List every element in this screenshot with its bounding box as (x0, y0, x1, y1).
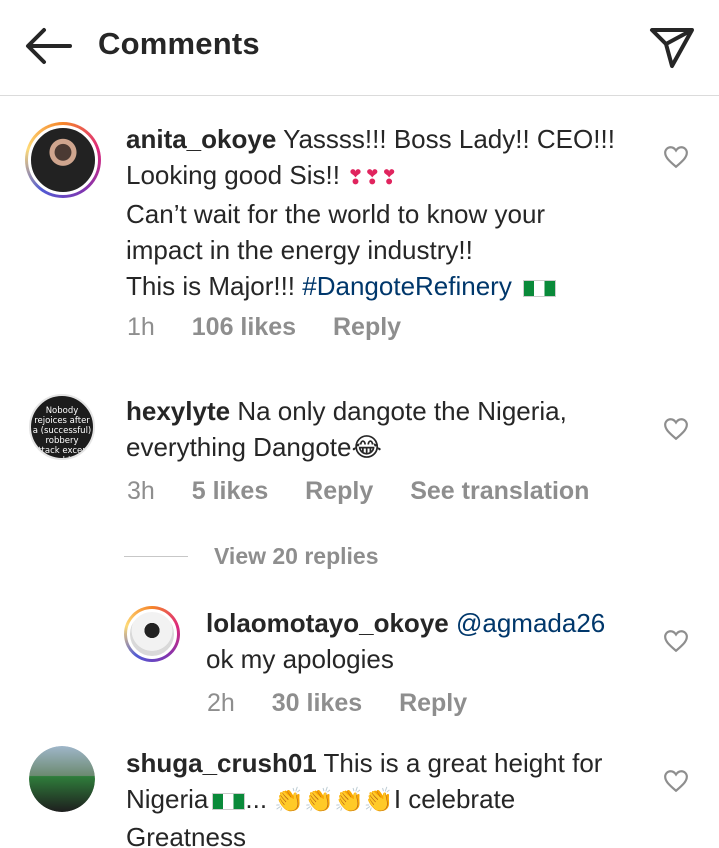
see-translation-button[interactable]: See translation (410, 477, 589, 505)
comment-body: lolaomotayo_okoye @agmada26 ok my apolog… (206, 605, 646, 677)
comment-body: shuga_crush01 This is a great height for… (126, 745, 646, 848)
username[interactable]: anita_okoye (126, 124, 276, 154)
avatar[interactable] (25, 122, 101, 198)
comment-line: Can’t wait for the world to know your (126, 199, 546, 229)
hearts-emoji: ❣❣❣ (347, 167, 398, 189)
username[interactable]: hexylyte (126, 396, 230, 426)
comment-line: everything Dangote (126, 432, 352, 462)
comment-meta: 2h 30 likes Reply (207, 689, 497, 718)
timestamp: 2h (207, 689, 235, 717)
page-title: Comments (98, 26, 260, 61)
comment-meta: 1h 106 likes Reply (127, 313, 431, 342)
likes-count[interactable]: 5 likes (192, 477, 268, 505)
nigeria-flag-icon (523, 279, 557, 297)
avatar[interactable] (29, 746, 95, 812)
avatar[interactable]: Nobody rejoices after a (successful) rob… (29, 394, 95, 460)
reply-button[interactable]: Reply (305, 477, 373, 505)
comment-line: This is Major!!! (126, 271, 296, 301)
reply-button[interactable]: Reply (399, 689, 467, 717)
heart-icon[interactable] (663, 416, 689, 442)
comment-line: Na only dangote the Nigeria, (237, 396, 567, 426)
likes-count[interactable]: 106 likes (192, 313, 296, 341)
heart-icon[interactable] (663, 628, 689, 654)
paper-plane-icon[interactable] (646, 20, 698, 72)
comment-body: hexylyte Na only dangote the Nigeria, ev… (126, 393, 646, 465)
comment-line: I celebrate (393, 784, 516, 814)
avatar[interactable] (124, 606, 180, 662)
mention-link[interactable]: @agmada26 (456, 608, 605, 638)
heart-icon[interactable] (663, 768, 689, 794)
likes-count[interactable]: 30 likes (272, 689, 362, 717)
comment-line: This is a great height for (323, 748, 603, 778)
comment-line: Looking good Sis!! (126, 160, 340, 190)
comment-line: Nigeria (126, 784, 209, 814)
timestamp: 3h (127, 477, 155, 505)
comments-header: Comments (0, 0, 719, 96)
reply-button[interactable]: Reply (333, 313, 401, 341)
avatar-quote-text: Nobody rejoices after a (successful) rob… (32, 406, 92, 458)
comment-ellipsis: ... (245, 784, 268, 814)
arrow-left-icon[interactable] (22, 22, 74, 70)
comment-body: anita_okoye Yassss!!! Boss Lady!! CEO!!!… (126, 121, 636, 304)
view-replies-button[interactable]: View 20 replies (214, 543, 379, 570)
laughing-emoji: 😂 (351, 432, 382, 462)
heart-icon[interactable] (663, 144, 689, 170)
comment-line: Greatness (126, 822, 246, 848)
comment-meta: 3h 5 likes Reply See translation (127, 477, 619, 506)
comment-line: Yassss!!! Boss Lady!! CEO!!! (283, 124, 615, 154)
replies-divider (124, 556, 188, 557)
username[interactable]: lolaomotayo_okoye (206, 608, 449, 638)
timestamp: 1h (127, 313, 155, 341)
hashtag-link[interactable]: #DangoteRefinery (302, 271, 512, 301)
nigeria-flag-icon (212, 792, 246, 810)
comment-line: ok my apologies (206, 644, 394, 674)
comment-line: impact in the energy industry!! (126, 235, 473, 265)
username[interactable]: shuga_crush01 (126, 748, 317, 778)
clapping-emoji: 👏👏👏👏 (274, 787, 394, 814)
